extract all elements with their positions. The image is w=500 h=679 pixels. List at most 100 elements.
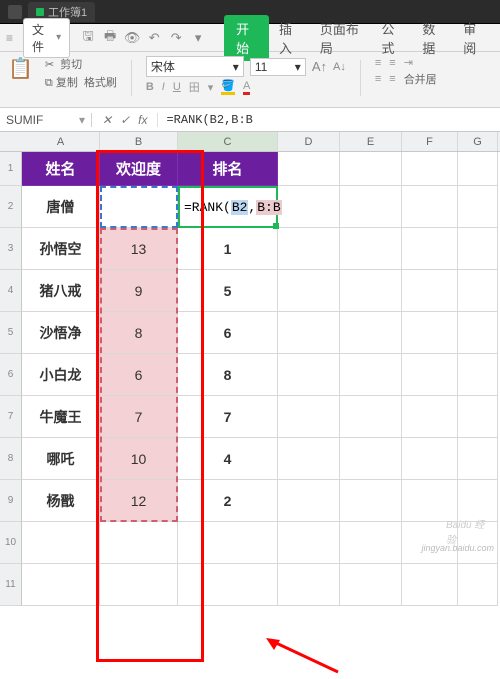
- cell[interactable]: [340, 186, 402, 228]
- cell[interactable]: [402, 354, 458, 396]
- name-box[interactable]: SUMIF ▾: [0, 113, 92, 127]
- save-icon[interactable]: 🖫: [80, 30, 96, 46]
- cell[interactable]: [458, 228, 498, 270]
- copy-button[interactable]: ⧉ 复制: [45, 74, 78, 90]
- cell-name[interactable]: 孙悟空: [22, 228, 100, 270]
- tab-page-layout[interactable]: 页面布局: [310, 15, 372, 61]
- menu-dots-icon[interactable]: ≡: [6, 31, 13, 45]
- cell-name[interactable]: 沙悟净: [22, 312, 100, 354]
- tab-placeholder[interactable]: [8, 5, 22, 19]
- column-header-g[interactable]: G: [458, 132, 498, 151]
- cell-name[interactable]: 杨戬: [22, 480, 100, 522]
- cell-name[interactable]: 猪八戒: [22, 270, 100, 312]
- column-header-c[interactable]: C: [178, 132, 278, 151]
- header-rank[interactable]: 排名: [178, 152, 278, 186]
- cell[interactable]: [458, 564, 498, 606]
- indent-icon[interactable]: ⇥: [404, 56, 413, 69]
- cell-rank[interactable]: 4: [178, 438, 278, 480]
- redo-icon[interactable]: ↷: [168, 30, 184, 46]
- cell[interactable]: [340, 354, 402, 396]
- cell[interactable]: [278, 564, 340, 606]
- font-color-button[interactable]: A: [243, 80, 250, 95]
- row-number[interactable]: 3: [0, 228, 22, 270]
- cell[interactable]: [340, 438, 402, 480]
- cell[interactable]: [402, 186, 458, 228]
- cell[interactable]: [278, 152, 340, 186]
- cell[interactable]: [402, 396, 458, 438]
- cell[interactable]: [458, 354, 498, 396]
- cell-name[interactable]: 小白龙: [22, 354, 100, 396]
- row-number[interactable]: 2: [0, 186, 22, 228]
- cell[interactable]: [458, 438, 498, 480]
- tab-insert[interactable]: 插入: [269, 15, 310, 61]
- spreadsheet-grid[interactable]: A B C D E F G 1 姓名 欢迎度 排名 2唐僧3孙悟空1314猪八戒…: [0, 132, 500, 606]
- row-number[interactable]: 8: [0, 438, 22, 480]
- merge-button[interactable]: 合并居: [404, 71, 437, 87]
- cell-rank[interactable]: 1: [178, 228, 278, 270]
- cell[interactable]: [340, 480, 402, 522]
- cell[interactable]: [278, 228, 340, 270]
- cell-name[interactable]: 牛魔王: [22, 396, 100, 438]
- align-left-icon[interactable]: ≡: [375, 57, 381, 69]
- formula-input[interactable]: =RANK(B2,B:B: [158, 113, 260, 127]
- cell[interactable]: [340, 564, 402, 606]
- header-popularity[interactable]: 欢迎度: [100, 152, 178, 186]
- align-middle-icon[interactable]: ≡: [389, 73, 395, 85]
- cell[interactable]: [278, 186, 340, 228]
- font-name-select[interactable]: 宋体 ▾: [146, 56, 244, 77]
- cell[interactable]: [100, 522, 178, 564]
- cell[interactable]: [402, 438, 458, 480]
- bold-button[interactable]: B: [146, 81, 154, 93]
- cell[interactable]: [278, 312, 340, 354]
- row-number[interactable]: 5: [0, 312, 22, 354]
- select-all-corner[interactable]: [0, 132, 22, 151]
- cell[interactable]: [22, 522, 100, 564]
- increase-font-icon[interactable]: A↑: [312, 59, 327, 74]
- paste-icon[interactable]: 📋: [8, 56, 33, 81]
- print-icon[interactable]: 🖶: [102, 30, 118, 46]
- cell[interactable]: [340, 522, 402, 564]
- cell[interactable]: [458, 186, 498, 228]
- cancel-icon[interactable]: ✕: [102, 113, 112, 127]
- row-number[interactable]: 6: [0, 354, 22, 396]
- cell[interactable]: [458, 312, 498, 354]
- cell[interactable]: [402, 228, 458, 270]
- header-name[interactable]: 姓名: [22, 152, 100, 186]
- cell[interactable]: [178, 564, 278, 606]
- tab-start[interactable]: 开始: [224, 15, 269, 61]
- cell-rank[interactable]: 6: [178, 312, 278, 354]
- tab-data[interactable]: 数据: [412, 15, 453, 61]
- active-cell-editor[interactable]: =RANK(B2,B:B: [178, 186, 278, 228]
- cell[interactable]: [22, 564, 100, 606]
- cell[interactable]: [402, 270, 458, 312]
- cell[interactable]: [278, 480, 340, 522]
- cell[interactable]: [278, 396, 340, 438]
- fill-color-button[interactable]: 🪣: [221, 79, 235, 95]
- cell[interactable]: [402, 564, 458, 606]
- chevron-down-icon[interactable]: ▾: [208, 81, 214, 94]
- tab-formula[interactable]: 公式: [372, 15, 413, 61]
- cell-name[interactable]: 哪吒: [22, 438, 100, 480]
- cell-rank[interactable]: 5: [178, 270, 278, 312]
- undo-icon[interactable]: ↶: [146, 30, 162, 46]
- cell[interactable]: [402, 152, 458, 186]
- row-number[interactable]: 7: [0, 396, 22, 438]
- column-header-a[interactable]: A: [22, 132, 100, 151]
- align-center-icon[interactable]: ≡: [389, 57, 395, 69]
- row-number[interactable]: 4: [0, 270, 22, 312]
- column-header-f[interactable]: F: [402, 132, 458, 151]
- cell[interactable]: [402, 312, 458, 354]
- cell[interactable]: [278, 522, 340, 564]
- cell-rank[interactable]: 2: [178, 480, 278, 522]
- fx-icon[interactable]: fx: [138, 113, 147, 127]
- row-number[interactable]: 11: [0, 564, 22, 606]
- preview-icon[interactable]: 👁: [124, 30, 140, 46]
- cell[interactable]: [340, 228, 402, 270]
- chevron-down-icon[interactable]: ▾: [190, 30, 206, 46]
- font-size-select[interactable]: 11 ▾: [250, 58, 306, 76]
- cell[interactable]: [340, 312, 402, 354]
- cell[interactable]: [340, 396, 402, 438]
- cell[interactable]: [458, 270, 498, 312]
- fill-handle[interactable]: [273, 223, 279, 229]
- cell[interactable]: [340, 270, 402, 312]
